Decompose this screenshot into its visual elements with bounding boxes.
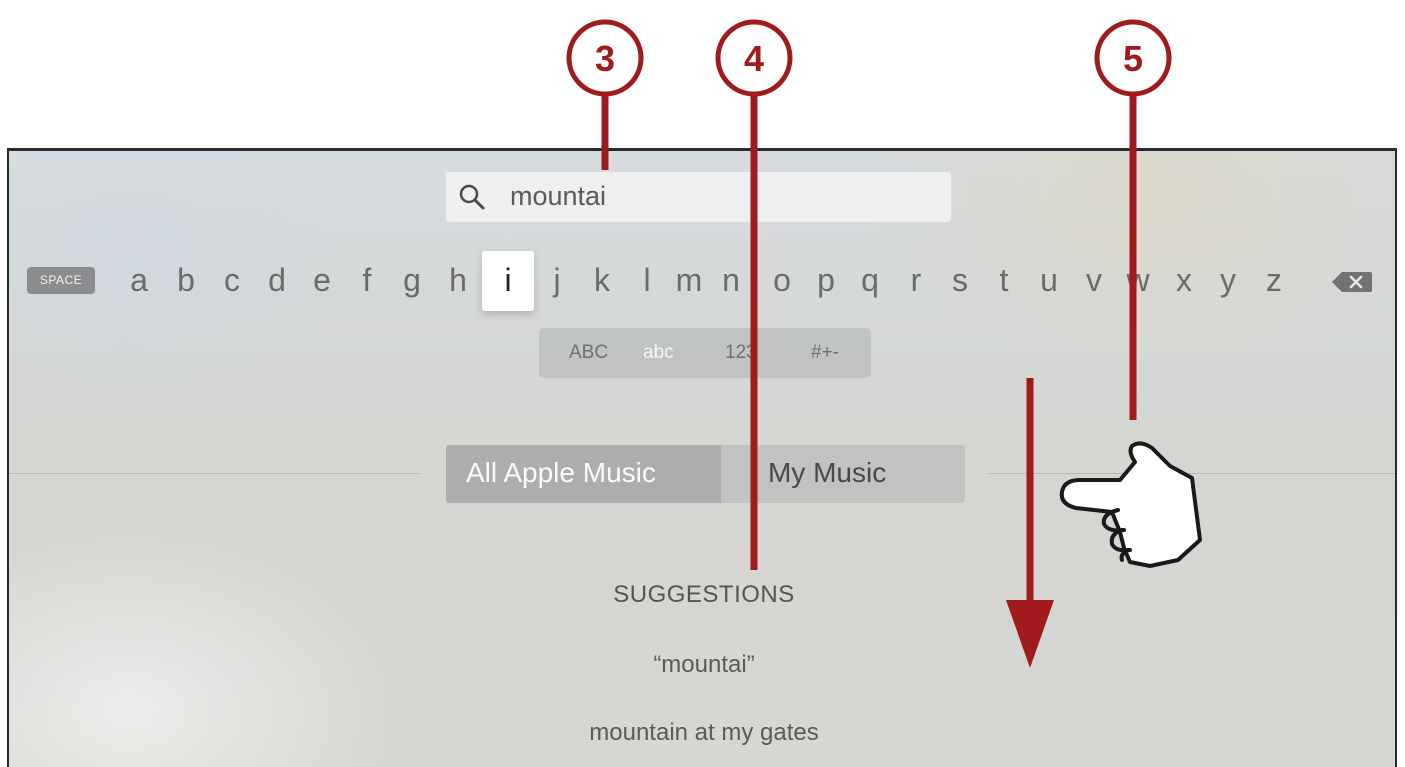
key-r[interactable]: r (901, 259, 931, 301)
key-l[interactable]: l (632, 259, 662, 301)
divider (989, 473, 1395, 474)
key-j[interactable]: j (542, 259, 572, 301)
space-key[interactable]: SPACE (27, 267, 95, 294)
key-o[interactable]: o (767, 259, 797, 301)
backspace-icon[interactable] (1330, 270, 1374, 294)
suggestions-heading: SUGGESTIONS (613, 581, 795, 608)
key-f[interactable]: f (352, 259, 382, 301)
scope-my-music[interactable]: My Music (768, 457, 886, 489)
key-h[interactable]: h (443, 259, 473, 301)
key-t[interactable]: t (989, 259, 1019, 301)
key-m[interactable]: m (674, 259, 704, 301)
key-b[interactable]: b (171, 259, 201, 301)
key-a[interactable]: a (124, 259, 154, 301)
key-n[interactable]: n (716, 259, 746, 301)
suggestion-item[interactable]: mountain at my gates (9, 719, 1395, 747)
key-p[interactable]: p (811, 259, 841, 301)
key-u[interactable]: u (1034, 259, 1064, 301)
key-s[interactable]: s (945, 259, 975, 301)
mode-uppercase[interactable]: ABC (569, 342, 608, 364)
key-w[interactable]: w (1123, 259, 1153, 301)
mode-symbols[interactable]: #+- (811, 342, 839, 364)
key-i[interactable]: i (482, 251, 534, 311)
search-icon (459, 184, 485, 210)
key-q[interactable]: q (855, 259, 885, 301)
divider (9, 473, 419, 474)
key-e[interactable]: e (307, 259, 337, 301)
callout-number: 5 (1123, 38, 1143, 79)
key-d[interactable]: d (262, 259, 292, 301)
keyboard-mode-selector: ABC abc 123 #+- (539, 328, 871, 378)
key-g[interactable]: g (397, 259, 427, 301)
key-v[interactable]: v (1079, 259, 1109, 301)
search-scope-control: All Apple Music My Music (446, 445, 965, 503)
key-x[interactable]: x (1169, 259, 1199, 301)
scope-all-apple-music[interactable]: All Apple Music (446, 445, 721, 503)
callout-number: 4 (744, 38, 764, 79)
callout-number: 3 (595, 38, 615, 79)
keyboard-row: SPACE a b c d e f g h i j k l m n o p q … (9, 251, 1395, 311)
mode-lowercase[interactable]: abc (643, 342, 674, 364)
search-query: mountai (510, 181, 607, 211)
mode-numbers[interactable]: 123 (725, 342, 757, 364)
tv-search-screen: mountai SPACE a b c d e f g h i j k l m … (7, 148, 1397, 767)
search-field[interactable]: mountai (446, 172, 951, 222)
key-y[interactable]: y (1213, 259, 1243, 301)
scope-all-label: All Apple Music (466, 457, 656, 488)
key-z[interactable]: z (1259, 259, 1289, 301)
suggestion-item[interactable]: “mountai” (9, 651, 1395, 679)
key-c[interactable]: c (217, 259, 247, 301)
key-k[interactable]: k (587, 259, 617, 301)
